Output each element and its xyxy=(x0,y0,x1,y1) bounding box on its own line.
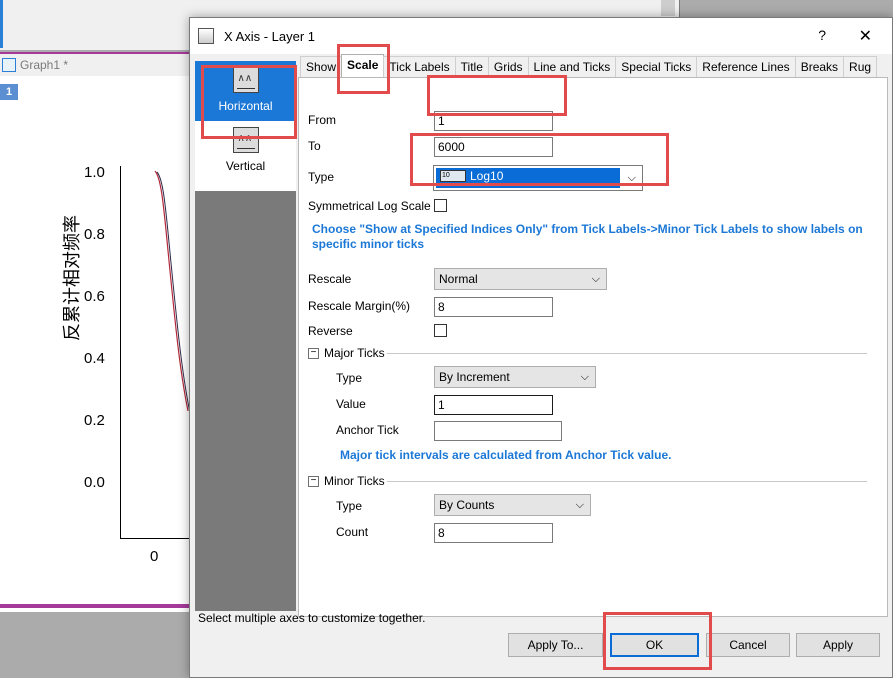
reverse-label: Reverse xyxy=(308,324,353,338)
tab-title[interactable]: Title xyxy=(454,56,489,78)
sidebar-item-horizontal[interactable]: Horizontal xyxy=(195,61,296,121)
close-icon[interactable]: ✕ xyxy=(859,26,872,46)
dialog-titlebar[interactable]: X Axis - Layer 1 ? ✕ xyxy=(190,18,892,54)
major-type-select[interactable]: By Increment ⌵ xyxy=(434,366,596,388)
chevron-down-icon: ⌵ xyxy=(627,172,636,184)
collapse-icon[interactable]: − xyxy=(308,347,319,359)
chevron-down-icon: ⌵ xyxy=(591,273,600,285)
symmetrical-log-checkbox[interactable] xyxy=(434,199,447,212)
tab-breaks[interactable]: Breaks xyxy=(794,56,845,78)
minor-count-field[interactable]: 8 xyxy=(434,523,553,543)
log10-icon: 10 xyxy=(440,170,466,182)
apply-to-button[interactable]: Apply To... xyxy=(508,633,603,657)
sidebar-item-label: Horizontal xyxy=(218,99,273,113)
from-label: From xyxy=(308,113,336,127)
minor-labels-hint: Choose "Show at Specified Indices Only" … xyxy=(312,222,863,236)
section-divider xyxy=(387,353,867,354)
minor-ticks-title: Minor Ticks xyxy=(324,474,385,488)
tab-scale[interactable]: Scale xyxy=(341,54,385,78)
graph-area: 反累计相对频率 1.0 0.8 0.6 0.4 0.2 0.0 0 xyxy=(0,76,190,606)
minor-type-value: By Counts xyxy=(439,498,495,512)
y-tick-label: 0.6 xyxy=(84,288,105,305)
graph-icon xyxy=(2,58,16,72)
axis-sidebar: Horizontal Vertical xyxy=(195,61,296,611)
tab-special-ticks[interactable]: Special Ticks xyxy=(615,56,698,78)
dialog-title: X Axis - Layer 1 xyxy=(224,28,316,44)
rescale-select[interactable]: Normal ⌵ xyxy=(434,268,607,290)
anchor-tick-hint: Major tick intervals are calculated from… xyxy=(340,448,672,462)
rescale-label: Rescale xyxy=(308,272,352,286)
sidebar-item-label: Vertical xyxy=(225,159,266,173)
symmetrical-log-label: Symmetrical Log Scale xyxy=(308,199,431,213)
from-field[interactable]: 1 xyxy=(434,111,553,131)
tab-reference-lines[interactable]: Reference Lines xyxy=(696,56,796,78)
sidebar-item-vertical[interactable]: Vertical xyxy=(195,121,296,191)
section-divider xyxy=(387,481,867,482)
horizontal-axis-icon xyxy=(232,67,259,93)
chevron-down-icon: ⌵ xyxy=(580,371,589,383)
tab-rug[interactable]: Rug xyxy=(843,56,878,78)
tab-grids[interactable]: Grids xyxy=(487,56,529,78)
minor-type-select[interactable]: By Counts ⌵ xyxy=(434,494,591,516)
y-tick-label: 0.2 xyxy=(84,412,105,429)
type-value-text: Log10 xyxy=(470,169,504,183)
ok-button[interactable]: OK xyxy=(610,633,699,657)
scale-panel: From 1 To 6000 Type 10 Log10 ⌵ Symmetric… xyxy=(298,77,888,617)
major-value-field[interactable]: 1 xyxy=(434,395,553,415)
to-label: To xyxy=(308,139,321,153)
major-type-label: Type xyxy=(336,371,363,385)
minor-type-label: Type xyxy=(336,499,363,513)
y-tick-label: 0.4 xyxy=(84,350,105,367)
anchor-tick-field[interactable] xyxy=(434,421,562,441)
vertical-axis-icon xyxy=(232,127,259,153)
y-tick-label: 0.0 xyxy=(84,474,105,491)
x-tick-label: 0 xyxy=(150,548,159,565)
tab-tick-labels[interactable]: Tick Labels xyxy=(383,56,456,78)
graph-window-title: Graph1 * xyxy=(20,58,69,72)
major-value-label: Value xyxy=(336,397,366,411)
minor-labels-hint-cont: specific minor ticks xyxy=(312,237,425,251)
to-field[interactable]: 6000 xyxy=(434,137,553,157)
collapse-icon[interactable]: − xyxy=(308,475,319,487)
y-tick-label: 0.8 xyxy=(84,226,105,243)
y-axis-label: 反累计相对频率 xyxy=(62,215,83,341)
graph-window-border xyxy=(0,604,190,608)
tab-line-and-ticks[interactable]: Line and Ticks xyxy=(527,56,617,78)
major-ticks-section[interactable]: − Major Ticks xyxy=(308,346,385,360)
y-tick-label: 1.0 xyxy=(84,164,105,181)
reverse-checkbox[interactable] xyxy=(434,324,447,337)
minor-count-label: Count xyxy=(336,525,369,539)
chevron-down-icon: ⌵ xyxy=(575,499,584,511)
anchor-tick-label: Anchor Tick xyxy=(336,423,399,437)
rescale-value: Normal xyxy=(439,272,478,286)
tab-show[interactable]: Show xyxy=(300,56,343,78)
help-button[interactable]: ? xyxy=(818,27,826,43)
rescale-margin-label: Rescale Margin(%) xyxy=(308,299,411,313)
minor-ticks-section[interactable]: − Minor Ticks xyxy=(308,474,385,488)
status-text: Select multiple axes to customize togeth… xyxy=(198,611,426,625)
type-selected-value: 10 Log10 xyxy=(436,168,620,188)
type-select[interactable]: 10 Log10 ⌵ xyxy=(433,165,643,191)
cancel-button[interactable]: Cancel xyxy=(706,633,790,657)
major-ticks-title: Major Ticks xyxy=(324,346,385,360)
x-axis-dialog: X Axis - Layer 1 ? ✕ Horizontal Vertical… xyxy=(189,17,893,678)
scrollbar-thumb[interactable] xyxy=(661,0,675,16)
major-type-value: By Increment xyxy=(439,370,510,384)
rescale-margin-field[interactable]: 8 xyxy=(434,297,553,317)
x-axis-line xyxy=(120,538,190,539)
data-curve xyxy=(154,171,190,411)
apply-button[interactable]: Apply xyxy=(796,633,880,657)
tab-bar: Show Scale Tick Labels Title Grids Line … xyxy=(300,54,878,78)
type-label: Type xyxy=(308,170,335,184)
app-icon xyxy=(198,28,214,44)
window-edge xyxy=(0,0,3,48)
